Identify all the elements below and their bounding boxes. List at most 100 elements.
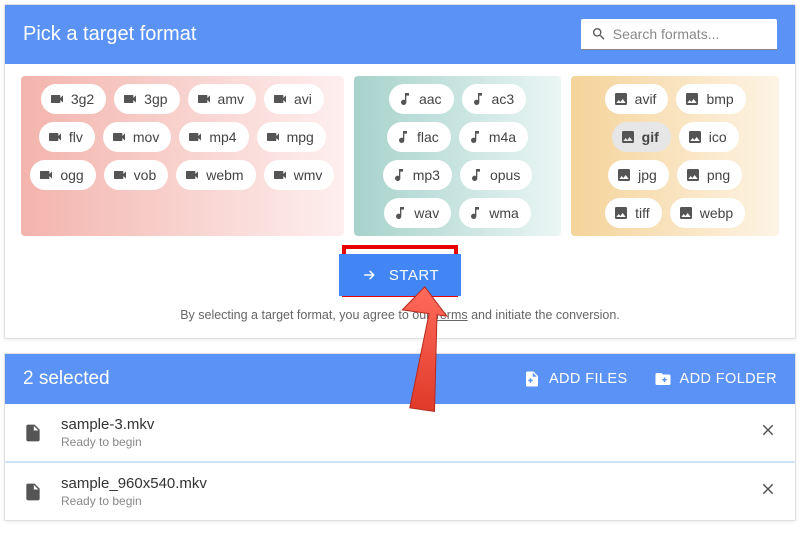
panel-title: Pick a target format bbox=[23, 23, 196, 46]
format-picker-panel: Pick a target format 3g2 3gp amv avi flv mov m… bbox=[4, 4, 796, 339]
format-chip-wav[interactable]: wav bbox=[384, 198, 451, 228]
image-icon bbox=[678, 205, 694, 221]
chip-label: mp3 bbox=[413, 167, 440, 183]
image-icon bbox=[684, 91, 700, 107]
format-chip-png[interactable]: png bbox=[677, 160, 742, 190]
search-input[interactable] bbox=[613, 26, 767, 42]
format-chip-jpg[interactable]: jpg bbox=[608, 160, 669, 190]
audio-icon bbox=[467, 205, 483, 221]
remove-file-button[interactable] bbox=[759, 421, 777, 444]
start-label: START bbox=[389, 267, 439, 284]
file-meta: sample-3.mkvReady to begin bbox=[61, 416, 759, 449]
format-chip-opus[interactable]: opus bbox=[460, 160, 532, 190]
video-icon bbox=[196, 91, 212, 107]
remove-file-button[interactable] bbox=[759, 480, 777, 503]
format-chip-wmv[interactable]: wmv bbox=[264, 160, 335, 190]
format-chip-3g2[interactable]: 3g2 bbox=[41, 84, 106, 114]
add-folder-label: ADD FOLDER bbox=[680, 371, 777, 387]
file-meta: sample_960x540.mkv Ready to begin bbox=[61, 475, 759, 508]
video-icon bbox=[184, 167, 200, 183]
chip-label: bmp bbox=[706, 91, 733, 107]
format-chip-aac[interactable]: aac bbox=[389, 84, 454, 114]
format-chip-vob[interactable]: vob bbox=[104, 160, 169, 190]
terms-link[interactable]: Terms bbox=[434, 308, 468, 322]
image-group: avif bmp gif ico jpg png tiff webp bbox=[571, 76, 779, 236]
format-groups: 3g2 3gp amv avi flv mov mp4 mpg ogg vob webmwmv aa… bbox=[5, 64, 795, 236]
format-chip-amv[interactable]: amv bbox=[188, 84, 256, 114]
file-list: sample-3.mkvReady to begin sample_960x540… bbox=[5, 404, 795, 520]
chip-label: vob bbox=[134, 167, 157, 183]
format-chip-webm[interactable]: webm bbox=[176, 160, 255, 190]
audio-icon bbox=[397, 91, 413, 107]
audio-icon bbox=[391, 167, 407, 183]
chip-label: aac bbox=[419, 91, 442, 107]
format-chip-webp[interactable]: webp bbox=[670, 198, 745, 228]
format-chip-gif[interactable]: gif bbox=[612, 122, 671, 152]
selection-title: 2 selected bbox=[23, 368, 497, 390]
format-chip-tiff[interactable]: tiff bbox=[605, 198, 662, 228]
format-chip-wma[interactable]: wma bbox=[459, 198, 531, 228]
video-icon bbox=[47, 129, 63, 145]
video-group: 3g2 3gp amv avi flv mov mp4 mpg ogg vob webmwmv bbox=[21, 76, 344, 236]
video-icon bbox=[112, 167, 128, 183]
format-chip-ac3[interactable]: ac3 bbox=[462, 84, 527, 114]
add-files-button[interactable]: ADD FILES bbox=[523, 370, 628, 388]
add-folder-button[interactable]: ADD FOLDER bbox=[654, 370, 777, 388]
chip-label: wav bbox=[414, 205, 439, 221]
image-icon bbox=[613, 91, 629, 107]
file-row: sample-3.mkvReady to begin bbox=[5, 404, 795, 461]
chip-label: mp4 bbox=[209, 129, 236, 145]
image-icon bbox=[616, 167, 632, 183]
terms-suffix: and initiate the conversion. bbox=[468, 308, 620, 322]
video-icon bbox=[272, 167, 288, 183]
chip-label: webp bbox=[700, 205, 733, 221]
format-chip-mp4[interactable]: mp4 bbox=[179, 122, 248, 152]
format-chip-3gp[interactable]: 3gp bbox=[114, 84, 179, 114]
file-icon bbox=[23, 482, 43, 502]
format-chip-avif[interactable]: avif bbox=[605, 84, 669, 114]
search-input-wrap[interactable] bbox=[581, 19, 777, 50]
start-button[interactable]: START bbox=[339, 254, 461, 296]
chip-label: avif bbox=[635, 91, 657, 107]
format-chip-ico[interactable]: ico bbox=[679, 122, 739, 152]
start-row: START bbox=[5, 236, 795, 304]
format-chip-flv[interactable]: flv bbox=[39, 122, 95, 152]
format-chip-avi[interactable]: avi bbox=[264, 84, 324, 114]
close-icon bbox=[759, 480, 777, 498]
chip-label: png bbox=[707, 167, 730, 183]
chip-label: tiff bbox=[635, 205, 650, 221]
chip-label: gif bbox=[642, 129, 659, 145]
format-chip-mpg[interactable]: mpg bbox=[257, 122, 326, 152]
chip-label: 3gp bbox=[144, 91, 167, 107]
audio-icon bbox=[395, 129, 411, 145]
format-chip-ogg[interactable]: ogg bbox=[30, 160, 95, 190]
file-row: sample_960x540.mkv Ready to begin bbox=[5, 461, 795, 520]
add-files-label: ADD FILES bbox=[549, 371, 628, 387]
video-icon bbox=[38, 167, 54, 183]
audio-icon bbox=[467, 129, 483, 145]
audio-group: aac ac3 flac m4a mp3 opus wav wma bbox=[354, 76, 562, 236]
chip-label: ac3 bbox=[492, 91, 515, 107]
format-chip-mp3[interactable]: mp3 bbox=[383, 160, 452, 190]
file-icon bbox=[23, 423, 43, 443]
chip-label: ico bbox=[709, 129, 727, 145]
format-chip-mov[interactable]: mov bbox=[103, 122, 171, 152]
chip-label: flv bbox=[69, 129, 83, 145]
format-chip-m4a[interactable]: m4a bbox=[459, 122, 528, 152]
file-status: Ready to begin bbox=[61, 435, 759, 449]
add-file-icon bbox=[523, 370, 541, 388]
file-status: Ready to begin bbox=[61, 494, 759, 508]
file-name: sample_960x540.mkv bbox=[61, 475, 759, 492]
panel-header: Pick a target format bbox=[5, 5, 795, 64]
video-icon bbox=[122, 91, 138, 107]
format-chip-bmp[interactable]: bmp bbox=[676, 84, 745, 114]
image-icon bbox=[685, 167, 701, 183]
selection-header: 2 selected ADD FILES ADD FOLDER bbox=[5, 354, 795, 404]
format-chip-flac[interactable]: flac bbox=[387, 122, 451, 152]
video-icon bbox=[49, 91, 65, 107]
audio-icon bbox=[392, 205, 408, 221]
chip-label: m4a bbox=[489, 129, 516, 145]
chip-label: jpg bbox=[638, 167, 657, 183]
image-icon bbox=[687, 129, 703, 145]
chip-label: avi bbox=[294, 91, 312, 107]
